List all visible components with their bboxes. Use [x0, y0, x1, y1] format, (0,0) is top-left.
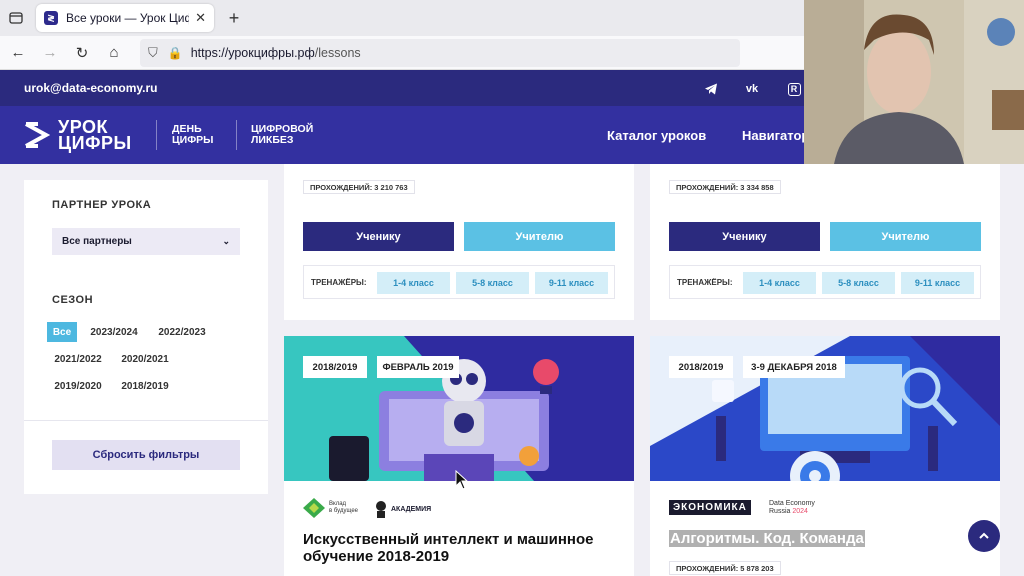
shield-icon[interactable]: ⛉: [148, 45, 158, 61]
tab-list-icon[interactable]: [0, 0, 32, 36]
vklad-logo-icon: [303, 498, 325, 518]
season-tag: 2018/2019: [669, 356, 733, 378]
season-chip-2021-2022[interactable]: 2021/2022: [47, 349, 109, 369]
new-tab-icon[interactable]: +: [220, 4, 248, 32]
lesson-card: ПРОХОЖДЕНИЙ: 3 334 858 Ученику Учителю Т…: [650, 164, 1000, 320]
partner-data-economy-logo: Data Economy Russia 2024: [769, 500, 815, 516]
lock-icon[interactable]: 🔒: [168, 46, 183, 60]
grade-5-8-chip[interactable]: 5-8 класс: [456, 272, 529, 294]
logo-line-2: ЦИФРЫ: [58, 133, 132, 153]
grade-1-4-chip[interactable]: 1-4 класс: [743, 272, 816, 294]
season-chip-2020-2021[interactable]: 2020/2021: [114, 349, 176, 369]
season-chip-2018-2019[interactable]: 2018/2019: [114, 376, 176, 396]
data-economy-year: 2024: [792, 508, 808, 515]
sidebar-divider: [24, 420, 268, 421]
lesson-card: ПРОХОЖДЕНИЙ: 3 210 763 Ученику Учителю Т…: [284, 164, 634, 320]
academy-logo-icon: [376, 501, 386, 518]
data-economy-line-2: Russia: [769, 508, 791, 515]
header-divider: [156, 120, 157, 150]
menu-navigator-link[interactable]: Навигатор: [742, 128, 809, 143]
teacher-button[interactable]: Учителю: [464, 222, 615, 251]
trainers-label: ТРЕНАЖЁРЫ:: [677, 278, 733, 287]
lesson-title[interactable]: Искусственный интеллект и машинное обуче…: [303, 531, 623, 565]
student-button[interactable]: Ученику: [303, 222, 454, 251]
chevron-up-icon: [979, 532, 989, 539]
grade-9-11-chip[interactable]: 9-11 класс: [535, 272, 608, 294]
reset-filters-button[interactable]: Сбросить фильтры: [52, 440, 240, 470]
passes-count: ПРОХОЖДЕНИЙ: 3 334 858: [669, 180, 781, 194]
chevron-down-icon: ⌄: [222, 236, 230, 246]
date-tag: ФЕВРАЛЬ 2019: [377, 356, 459, 378]
partner-select[interactable]: Все партнеры ⌄: [52, 228, 240, 255]
urok-cifry-logo[interactable]: УРОК ЦИФРЫ: [24, 118, 132, 153]
den-cifry-line-2: ЦИФРЫ: [172, 134, 214, 146]
lesson-card-ai[interactable]: 2018/2019 ФЕВРАЛЬ 2019 Вклад в будущее А…: [284, 336, 634, 576]
season-chip-all[interactable]: Все: [47, 322, 77, 342]
date-tag: 3-9 ДЕКАБРЯ 2018: [743, 356, 845, 378]
telegram-icon[interactable]: [700, 78, 722, 100]
browser-tab-active[interactable]: ≷ Все уроки — Урок Цифры ✕: [36, 4, 214, 32]
header-divider: [236, 120, 237, 150]
partner-filter-label: ПАРТНЕР УРОКА: [52, 199, 152, 211]
vk-icon[interactable]: vk: [741, 78, 763, 100]
grade-5-8-chip[interactable]: 5-8 класс: [822, 272, 895, 294]
grade-9-11-chip[interactable]: 9-11 класс: [901, 272, 974, 294]
forward-icon[interactable]: →: [36, 39, 64, 67]
webcam-person-image: [804, 0, 1024, 164]
mouse-cursor-icon: [455, 470, 469, 490]
url-host: https://урокцифры.рф: [190, 45, 315, 60]
trainers-label: ТРЕНАЖЁРЫ:: [311, 278, 367, 287]
logo-mark-icon: [25, 122, 50, 148]
menu-catalog-link[interactable]: Каталог уроков: [607, 128, 706, 143]
webcam-overlay: [804, 0, 1024, 164]
trainers-row: ТРЕНАЖЁРЫ: 1-4 класс 5-8 класс 9-11 клас…: [303, 265, 615, 299]
partner-academy-logo: АКАДЕМИЯ: [374, 500, 431, 518]
academy-text: АКАДЕМИЯ: [391, 505, 432, 513]
trainers-row: ТРЕНАЖЁРЫ: 1-4 класс 5-8 класс 9-11 клас…: [669, 265, 981, 299]
passes-count: ПРОХОЖДЕНИЙ: 5 878 203: [669, 561, 781, 575]
rutube-icon[interactable]: R: [783, 78, 805, 100]
partner-economika-logo: ЭКОНОМИКА: [669, 500, 751, 515]
reload-icon[interactable]: ↻: [68, 39, 96, 67]
url-path: /lessons: [314, 45, 361, 60]
vklad-line-2: в будущее: [329, 508, 359, 514]
season-tag: 2018/2019: [303, 356, 367, 378]
season-chip-2022-2023[interactable]: 2022/2023: [151, 322, 213, 342]
grade-1-4-chip[interactable]: 1-4 класс: [377, 272, 450, 294]
back-icon[interactable]: ←: [4, 39, 32, 67]
season-filter-label: СЕЗОН: [52, 294, 94, 306]
scroll-to-top-button[interactable]: [968, 520, 1000, 552]
partner-select-value: Все партнеры: [62, 236, 132, 247]
contact-email[interactable]: urok@data-economy.ru: [24, 81, 158, 95]
passes-count: ПРОХОЖДЕНИЙ: 3 210 763: [303, 180, 415, 194]
data-economy-line-1: Data Economy: [769, 500, 815, 507]
lesson-title[interactable]: Алгоритмы. Код. Команда: [669, 530, 865, 547]
teacher-button[interactable]: Учителю: [830, 222, 981, 251]
student-button[interactable]: Ученику: [669, 222, 820, 251]
season-chip-2023-2024[interactable]: 2023/2024: [83, 322, 145, 342]
season-chip-2019-2020[interactable]: 2019/2020: [47, 376, 109, 396]
lesson-card-algorithms[interactable]: 2018/2019 3-9 ДЕКАБРЯ 2018 ЭКОНОМИКА Dat…: [650, 336, 1000, 576]
likbez-line-2: ЛИКБЕЗ: [251, 134, 294, 146]
tab-close-icon[interactable]: ✕: [195, 10, 206, 26]
cifrovoy-likbez-logo[interactable]: ЦИФРОВОЙ ЛИКБЕЗ: [251, 124, 313, 146]
den-cifry-logo[interactable]: ДЕНЬ ЦИФРЫ: [172, 124, 213, 146]
vklad-line-1: Вклад: [329, 501, 347, 507]
tab-title: Все уроки — Урок Цифры: [66, 11, 189, 25]
partner-vklad-logo: Вклад в будущее: [303, 498, 358, 518]
site-favicon-icon: ≷: [44, 11, 58, 25]
url-bar[interactable]: ⛉ 🔒 https://урокцифры.рф/lessons: [140, 38, 740, 67]
home-icon[interactable]: ⌂: [100, 39, 128, 67]
